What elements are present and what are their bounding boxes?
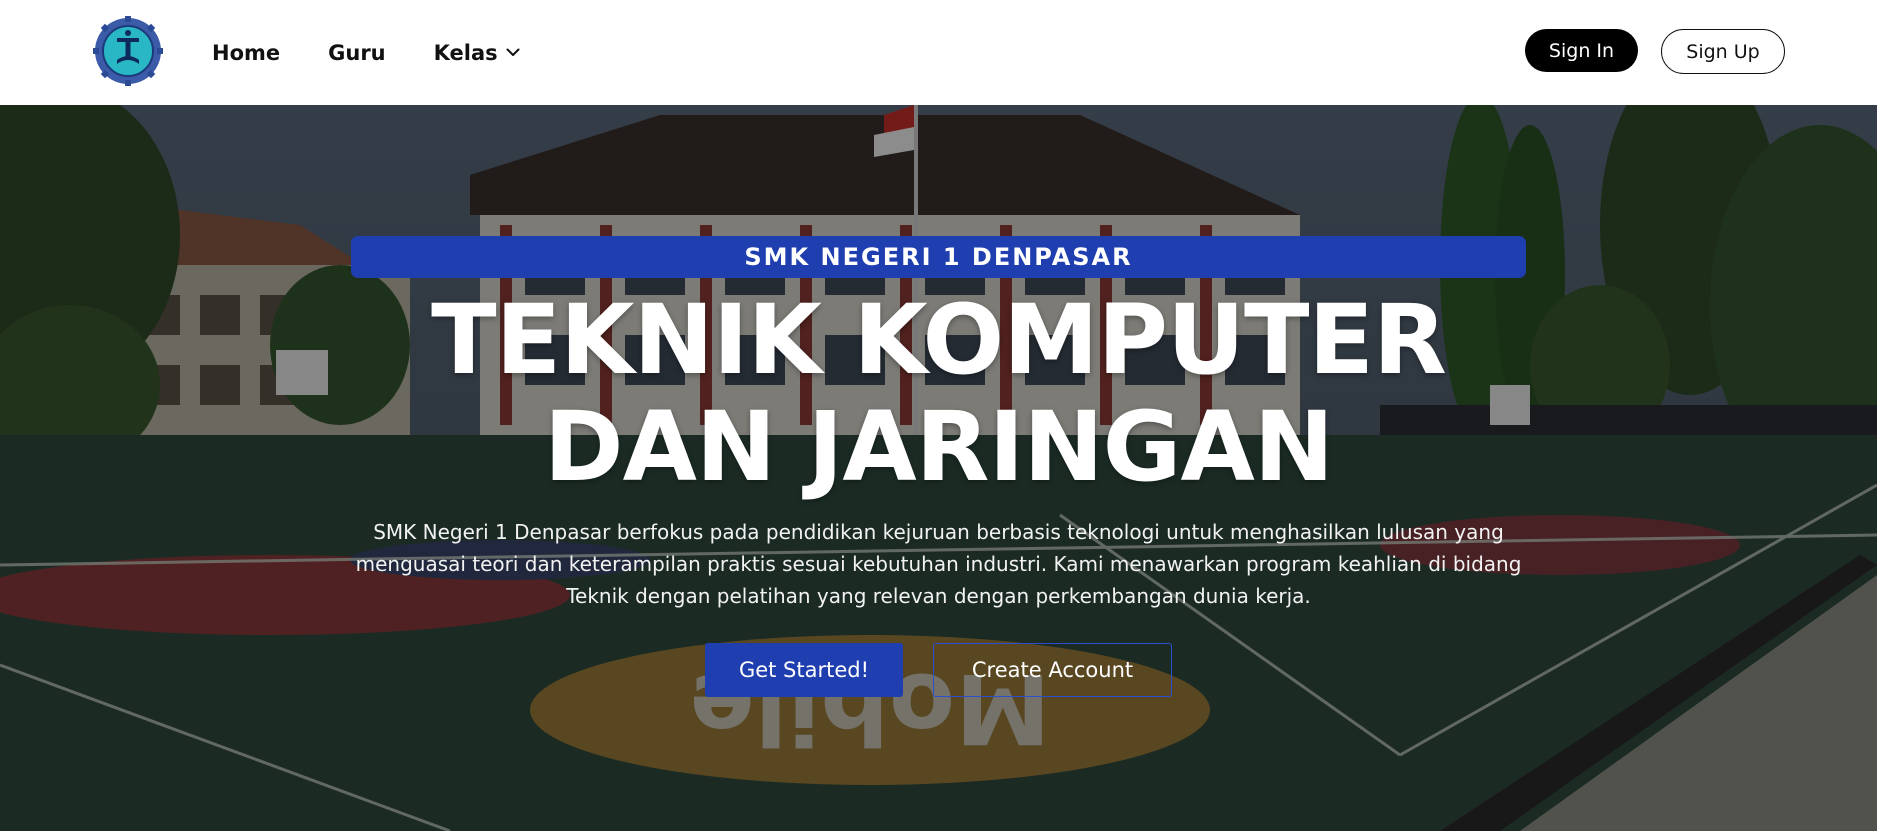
nav-kelas-dropdown[interactable]: Kelas — [434, 41, 520, 65]
hero-title: TEKNIK KOMPUTER DAN JARINGAN — [0, 287, 1877, 501]
nav-home[interactable]: Home — [212, 41, 280, 65]
school-logo[interactable] — [93, 16, 163, 86]
school-name-badge: SMK NEGERI 1 DENPASAR — [351, 236, 1526, 278]
top-navbar: Home Guru Kelas Sign In Sign Up — [0, 0, 1877, 105]
hero-section: Mobile SMK NEGERI 1 DENPASAR TEKNIK KOMP… — [0, 105, 1877, 831]
nav-home-label: Home — [212, 40, 281, 65]
hero-title-line2: DAN JARINGAN — [543, 391, 1334, 503]
main-nav: Home Guru Kelas — [212, 0, 568, 105]
sign-up-button[interactable]: Sign Up — [1661, 29, 1785, 74]
hero-title-line1: TEKNIK KOMPUTER — [431, 284, 1447, 396]
nav-guru[interactable]: Guru — [328, 41, 386, 65]
get-started-button[interactable]: Get Started! — [705, 643, 903, 697]
sign-in-button[interactable]: Sign In — [1525, 29, 1638, 72]
nav-guru-label: Guru — [328, 40, 386, 65]
hero-description: SMK Negeri 1 Denpasar berfokus pada pend… — [355, 520, 1522, 608]
chevron-down-icon — [506, 48, 520, 56]
create-account-button[interactable]: Create Account — [933, 643, 1172, 697]
nav-kelas-label: Kelas — [433, 40, 498, 65]
